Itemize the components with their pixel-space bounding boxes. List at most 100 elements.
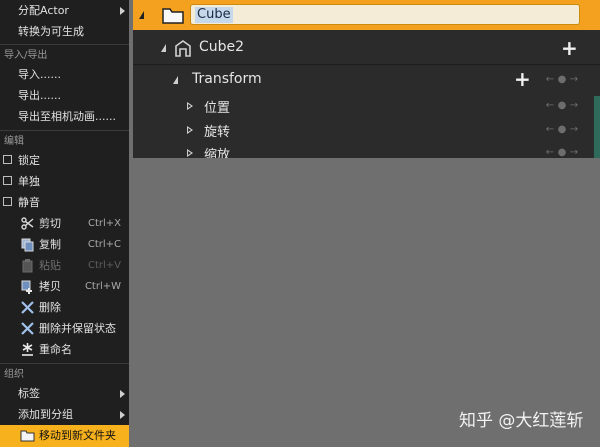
menu-toggle-lock[interactable]: 锁定 bbox=[0, 150, 129, 171]
menu-item-label: 复制 bbox=[39, 238, 61, 251]
menu-item-delete[interactable]: 删除 bbox=[0, 297, 129, 318]
details-panel: Cube Cube2 + Transform + ← ● → 位置 ← ● → 旋转 ←… bbox=[133, 0, 600, 158]
submenu-arrow-icon bbox=[120, 411, 125, 419]
menu-item-label: 重命名 bbox=[39, 343, 72, 356]
component-row[interactable]: Cube2 + bbox=[133, 32, 600, 64]
menu-item-label: 单独 bbox=[18, 175, 40, 188]
menu-item-label: 导出...... bbox=[18, 89, 61, 102]
menu-item-delete-keep-state[interactable]: 删除并保留状态 bbox=[0, 318, 129, 339]
menu-item-cut[interactable]: 剪切 Ctrl+X bbox=[0, 213, 129, 234]
delete-x-icon bbox=[21, 301, 34, 314]
shortcut-label: Ctrl+W bbox=[84, 281, 121, 292]
prev-key-icon[interactable]: ← bbox=[544, 74, 556, 85]
menu-item-label: 导入...... bbox=[18, 68, 61, 81]
submenu-arrow-icon bbox=[120, 390, 125, 398]
menu-item-export-camera-anim[interactable]: 导出至相机动画...... bbox=[0, 106, 129, 127]
menu-item-add-to-group[interactable]: 添加到分组 bbox=[0, 404, 129, 425]
prev-key-icon[interactable]: ← bbox=[544, 124, 556, 135]
paste-icon bbox=[22, 259, 33, 273]
submenu-arrow-icon bbox=[120, 7, 125, 15]
add-transform-plus-icon[interactable]: + bbox=[514, 69, 531, 89]
expand-triangle-icon[interactable] bbox=[187, 102, 193, 110]
menu-item-move-to-new-folder[interactable]: 移动到新文件夹 bbox=[0, 425, 129, 447]
collapse-triangle-icon[interactable] bbox=[173, 76, 178, 84]
menu-item-label: 移动到新文件夹 bbox=[39, 429, 116, 442]
transform-label: Transform bbox=[192, 71, 262, 87]
menu-item-label: 静音 bbox=[18, 196, 40, 209]
component-name: Cube2 bbox=[199, 39, 245, 55]
menu-item-label: 分配Actor bbox=[18, 4, 69, 17]
menu-divider bbox=[0, 44, 129, 45]
next-key-icon[interactable]: → bbox=[568, 74, 580, 85]
collapse-triangle-icon[interactable] bbox=[161, 44, 166, 52]
menu-item-import[interactable]: 导入...... bbox=[0, 64, 129, 85]
menu-item-label: 拷贝 bbox=[39, 280, 61, 293]
menu-divider bbox=[0, 363, 129, 364]
component-icon bbox=[175, 40, 191, 57]
mute-checkbox[interactable] bbox=[3, 197, 12, 206]
keyframe-nav[interactable]: ← ● → bbox=[544, 100, 584, 112]
menu-item-rename[interactable]: 重命名 bbox=[0, 339, 129, 360]
menu-item-label: 导出至相机动画...... bbox=[18, 110, 116, 123]
keyframe-nav[interactable]: ← ● → bbox=[544, 124, 584, 136]
next-key-icon[interactable]: → bbox=[568, 100, 580, 111]
menu-item-label: 粘贴 bbox=[39, 259, 61, 272]
menu-item-export[interactable]: 导出...... bbox=[0, 85, 129, 106]
property-label: 缩放 bbox=[204, 148, 231, 158]
keyframe-nav[interactable]: ← ● → bbox=[544, 74, 584, 86]
keyframe-nav[interactable]: ← ● → bbox=[544, 147, 584, 158]
track-color-strip bbox=[594, 96, 600, 158]
menu-divider bbox=[0, 130, 129, 131]
add-key-icon[interactable]: ● bbox=[556, 100, 568, 111]
menu-item-label: 锁定 bbox=[18, 154, 40, 167]
folder-icon bbox=[162, 8, 184, 24]
shortcut-label: Ctrl+V bbox=[87, 260, 121, 271]
section-header-group: 组织 bbox=[4, 369, 24, 380]
property-label: 位置 bbox=[204, 101, 231, 116]
section-header-import-export: 导入/导出 bbox=[4, 50, 48, 61]
transform-category-row[interactable]: Transform + ← ● → bbox=[133, 66, 600, 94]
actor-name-input[interactable]: Cube bbox=[190, 4, 580, 25]
delete-x-icon bbox=[21, 322, 34, 335]
folder-icon bbox=[20, 430, 35, 442]
add-component-plus-icon[interactable]: + bbox=[561, 38, 578, 58]
menu-item-label: 转换为可生成 bbox=[18, 25, 84, 38]
collapse-triangle-icon[interactable] bbox=[139, 11, 144, 19]
shortcut-label: Ctrl+C bbox=[87, 239, 121, 250]
section-header-edit: 编辑 bbox=[4, 136, 24, 147]
menu-item-label: 添加到分组 bbox=[18, 408, 73, 421]
menu-item-copy[interactable]: 复制 Ctrl+C bbox=[0, 234, 129, 255]
add-key-icon[interactable]: ● bbox=[556, 74, 568, 85]
prev-key-icon[interactable]: ← bbox=[544, 147, 556, 158]
shortcut-label: Ctrl+X bbox=[87, 218, 121, 229]
property-row-scale[interactable]: 缩放 ← ● → bbox=[133, 141, 600, 158]
divider bbox=[133, 64, 600, 65]
menu-item-assign-actor[interactable]: 分配Actor bbox=[0, 0, 129, 21]
actor-name-selection: Cube bbox=[195, 7, 233, 23]
menu-item-convert-spawnable[interactable]: 转换为可生成 bbox=[0, 21, 129, 42]
solo-checkbox[interactable] bbox=[3, 176, 12, 185]
rename-star-icon bbox=[22, 343, 33, 356]
next-key-icon[interactable]: → bbox=[568, 124, 580, 135]
menu-toggle-solo[interactable]: 单独 bbox=[0, 171, 129, 192]
menu-item-duplicate[interactable]: 拷贝 Ctrl+W bbox=[0, 276, 129, 297]
add-key-icon[interactable]: ● bbox=[556, 124, 568, 135]
context-menu: 分配Actor 转换为可生成 导入/导出 导入...... 导出...... 导… bbox=[0, 0, 129, 447]
expand-triangle-icon[interactable] bbox=[187, 126, 193, 134]
menu-toggle-mute[interactable]: 静音 bbox=[0, 192, 129, 213]
property-row-rotation[interactable]: 旋转 ← ● → bbox=[133, 118, 600, 142]
actor-header-bar: Cube bbox=[133, 0, 600, 30]
menu-item-tags[interactable]: 标签 bbox=[0, 383, 129, 404]
menu-item-label: 删除 bbox=[39, 301, 61, 314]
expand-triangle-icon[interactable] bbox=[187, 149, 193, 157]
scissors-icon bbox=[21, 217, 34, 230]
prev-key-icon[interactable]: ← bbox=[544, 100, 556, 111]
menu-item-paste: 粘贴 Ctrl+V bbox=[0, 255, 129, 276]
menu-item-label: 标签 bbox=[18, 387, 40, 400]
watermark: 知乎 @大红莲斩 bbox=[459, 411, 584, 431]
property-row-location[interactable]: 位置 ← ● → bbox=[133, 94, 600, 118]
add-key-icon[interactable]: ● bbox=[556, 147, 568, 158]
next-key-icon[interactable]: → bbox=[568, 147, 580, 158]
duplicate-icon bbox=[21, 280, 32, 294]
lock-checkbox[interactable] bbox=[3, 155, 12, 164]
